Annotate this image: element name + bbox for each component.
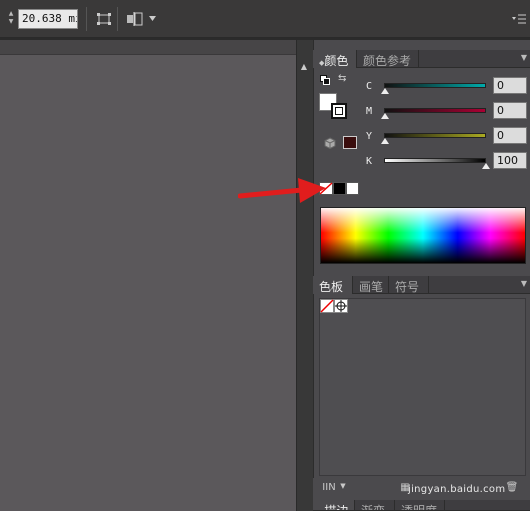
tab-stroke[interactable]: ◆描边 — [313, 500, 355, 510]
align-objects-icon[interactable] — [126, 11, 144, 27]
slider-thumb-m[interactable] — [381, 113, 389, 119]
dropdown-caret-icon[interactable]: ▼ — [336, 482, 350, 496]
canvas-top-strip — [0, 40, 296, 55]
slider-k[interactable] — [384, 158, 486, 163]
watermark-text: jingyan.baidu.com — [408, 484, 506, 495]
registration-swatch[interactable] — [334, 299, 348, 313]
channel-label-y: Y — [366, 131, 373, 142]
value-field-k[interactable]: 100 — [493, 152, 527, 169]
transform-bounds-icon[interactable] — [95, 11, 113, 27]
stroke-panel-tabbar: ◆描边 渐变 透明度 — [313, 500, 530, 511]
stroke-weight-input[interactable]: 20.638 mi — [18, 9, 78, 29]
tab-swatches[interactable]: 色板 — [313, 276, 353, 294]
value-field-c[interactable]: 0 — [493, 77, 527, 94]
color-spectrum[interactable] — [320, 207, 526, 264]
tab-color-guide[interactable]: 颜色参考 — [357, 50, 419, 68]
panel-menu-icon[interactable]: ▼ — [521, 53, 527, 62]
default-fill-stroke-icon[interactable] — [320, 75, 330, 85]
none-swatch[interactable] — [320, 299, 334, 313]
tab-color[interactable]: ◆颜色 — [313, 50, 357, 68]
dropdown-caret-icon[interactable] — [148, 15, 157, 23]
tab-symbols[interactable]: 符号 — [389, 276, 429, 294]
web-safe-swatch-icon[interactable] — [343, 136, 357, 149]
white-swatch-icon[interactable] — [346, 182, 359, 195]
tab-transparency[interactable]: 透明度 — [395, 500, 445, 510]
slider-thumb-y[interactable] — [381, 138, 389, 144]
channel-label-c: C — [366, 81, 373, 92]
swatches-list — [319, 298, 526, 476]
slider-y[interactable] — [384, 133, 486, 138]
slider-thumb-k[interactable] — [482, 163, 490, 169]
value-field-y[interactable]: 0 — [493, 127, 527, 144]
annotation-arrow-icon — [238, 178, 326, 203]
panel-menu-icon[interactable]: ▼ — [521, 279, 527, 288]
slider-c[interactable] — [384, 83, 486, 88]
toolbar-separator — [117, 7, 118, 31]
panel-dock-divider[interactable] — [296, 40, 313, 511]
panel-menu-icon[interactable] — [511, 12, 527, 26]
channel-label-m: M — [366, 106, 373, 117]
slider-m[interactable] — [384, 108, 486, 113]
swatch-library-icon[interactable]: IIN — [322, 482, 336, 496]
color-panel-tabbar: ◆颜色 颜色参考 ▼ — [313, 50, 530, 68]
channel-label-k: K — [366, 156, 373, 167]
control-bar — [0, 0, 530, 38]
value-field-m[interactable]: 0 — [493, 102, 527, 119]
delete-swatch-icon[interactable]: 🗑 — [505, 482, 519, 496]
spinner-arrows-icon[interactable]: ▲ ▼ — [6, 10, 16, 28]
swap-fill-stroke-icon[interactable]: ⇆ — [338, 73, 350, 85]
tab-brushes[interactable]: 画笔 — [353, 276, 389, 294]
swatches-panel-tabbar: 色板 画笔 符号 ▼ — [313, 276, 530, 294]
black-swatch-icon[interactable] — [333, 182, 346, 195]
toolbar-separator — [86, 7, 87, 31]
tab-gradient[interactable]: 渐变 — [355, 500, 395, 510]
stroke-swatch-icon[interactable] — [331, 103, 347, 119]
collapse-panels-icon[interactable]: ▲ — [299, 62, 309, 72]
out-of-gamut-cube-icon[interactable] — [324, 137, 336, 149]
artboard-canvas[interactable] — [0, 55, 296, 511]
slider-thumb-c[interactable] — [381, 88, 389, 94]
